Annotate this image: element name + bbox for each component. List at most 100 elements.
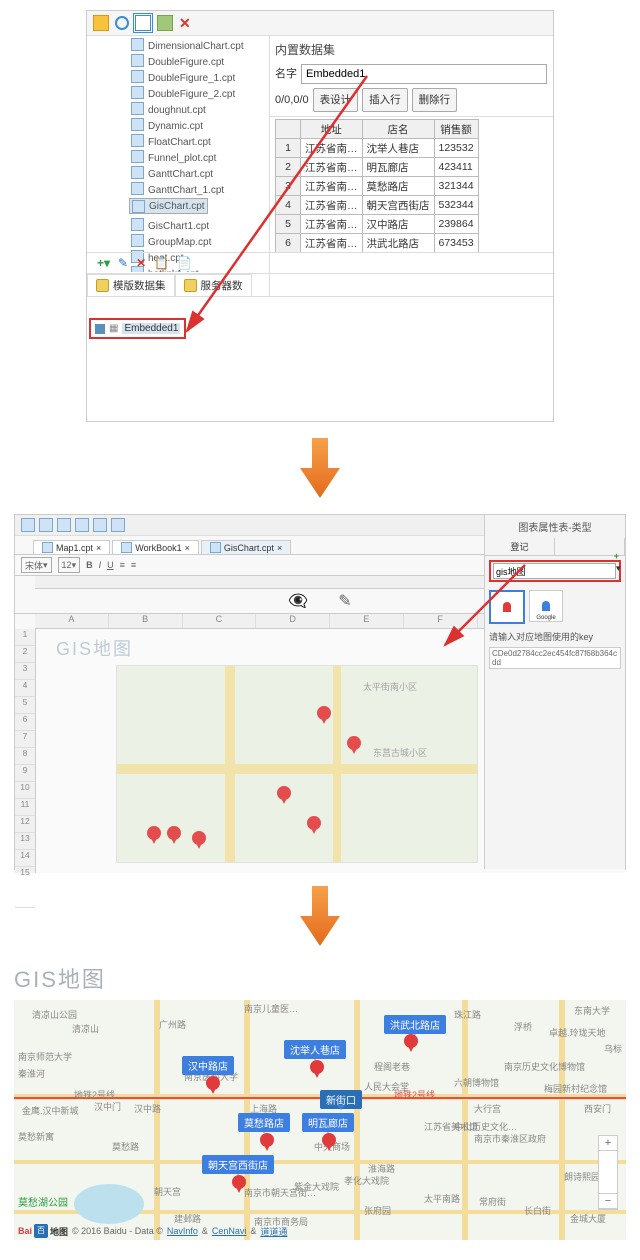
table-row[interactable]: 3江苏省南…莫愁路店321344 [276,177,479,196]
gis-title: GIS地图 [14,962,626,994]
file-item[interactable]: DoubleFigure.cpt [129,54,267,70]
navinfo-link[interactable]: NavInfo [167,1226,198,1236]
close-icon[interactable]: ✕ [179,15,191,32]
file-item[interactable]: Funnel_plot.cpt [129,150,267,166]
close-tab-icon[interactable]: × [277,543,282,553]
file-item[interactable]: GanttChart_1.cpt [129,182,267,198]
file-item[interactable]: Dynamic.cpt [129,118,267,134]
map-pin-icon [260,1133,274,1151]
redo-icon[interactable] [57,518,71,532]
save-icon[interactable] [21,518,35,532]
table-row[interactable]: 4江苏省南…朝天宫西街店532344 [276,196,479,215]
cut-icon[interactable] [75,518,89,532]
copy-icon[interactable]: 📋 [154,256,169,270]
tab-workbook1[interactable]: WorkBook1× [112,540,199,554]
map-pin-icon [310,1060,324,1078]
table-row[interactable]: 5江苏省南…汉中路店239864 [276,215,479,234]
underline-icon[interactable]: U [107,560,114,570]
close-tab-icon[interactable]: × [96,543,101,553]
insert-row-button[interactable]: 插入行 [362,88,408,112]
poi-label[interactable]: 沈举人巷店 [284,1040,346,1059]
db-icon[interactable] [157,15,173,31]
paste-icon[interactable] [111,518,125,532]
dropdown-icon[interactable]: ▾ [616,563,621,579]
tab-gischart[interactable]: GisChart.cpt× [201,540,291,554]
file-item[interactable]: FloatChart.cpt [129,134,267,150]
add-icon[interactable]: +▾ [97,256,110,270]
tab-register[interactable]: 登记 [485,538,555,555]
poi-label[interactable]: 洪武北路店 [384,1015,446,1034]
poi-newjiekou[interactable]: 新街口 [320,1090,362,1109]
new-icon[interactable] [135,15,151,31]
add-chart-icon[interactable]: + [614,551,619,561]
dataset-title: 内置数据集 [275,40,547,60]
daodaotong-link[interactable]: 道道通 [260,1225,287,1238]
key-input[interactable]: CDe0d2784cc2ec454fc87f68b364cdd [489,647,621,669]
file-item[interactable]: DoubleFigure_1.cpt [129,70,267,86]
zoom-control[interactable]: + − [598,1135,618,1210]
poi-label[interactable]: 朝天宫西街店 [202,1155,274,1174]
poi-label[interactable]: 莫愁路店 [238,1113,290,1132]
dataset-icon [95,324,105,334]
open-icon[interactable] [93,15,109,31]
dataset-list-panel: +▾ ✎ ✕ 📋 📄 模版数据集 服务器数 [87,252,553,297]
file-item[interactable]: GroupMap.cpt [129,234,267,250]
delete-row-button[interactable]: 删除行 [412,88,458,112]
file-item[interactable]: DoubleFigure_2.cpt [129,86,267,102]
tab-template-dataset[interactable]: 模版数据集 [87,274,175,296]
name-input[interactable] [301,64,547,84]
map-thumb-baidu[interactable] [489,590,525,624]
paste-icon[interactable]: 📄 [177,256,192,270]
file-item[interactable]: doughnut.cpt [129,102,267,118]
map-thumb-google[interactable]: Google [529,590,563,622]
close-tab-icon[interactable]: × [185,543,190,553]
italic-icon[interactable]: I [99,560,102,570]
map-type-select[interactable]: ▾ [489,560,621,582]
map-pin-icon [347,736,361,754]
file-item[interactable]: GisChart1.cpt [129,218,267,234]
poi-label[interactable]: 明瓦廊店 [302,1113,354,1132]
undo-icon[interactable] [39,518,53,532]
align-center-icon[interactable]: ≡ [131,560,136,570]
file-item[interactable]: DimensionalChart.cpt [129,38,267,54]
copy-icon[interactable] [93,518,107,532]
table-row[interactable]: 2江苏省南…明瓦廊店423411 [276,158,479,177]
table-row[interactable]: 6江苏省南…洪武北路店673453 [276,234,479,253]
table-row[interactable]: 1江苏省南…沈举人巷店123532 [276,139,479,158]
baidu-map[interactable]: 清凉山公园 清凉山 广州路 南京儿童医… 珠江路 浮桥 东南大学 卓越.玲珑天地… [14,1000,626,1240]
align-left-icon[interactable]: ≡ [120,560,125,570]
delete-icon[interactable]: ✕ [136,256,146,270]
font-select[interactable]: 宋体 ▾ [21,557,52,573]
flow-arrow-icon [300,438,340,498]
key-label: 请输入对应地图使用的key [485,628,625,645]
zoom-out-icon[interactable]: − [599,1194,617,1209]
cylinder-icon [96,279,109,292]
map-pin-icon [206,1076,220,1094]
eye-slash-icon[interactable]: 👁️‍🗨️ [288,591,308,611]
zoom-slider[interactable] [599,1151,617,1194]
pencil-icon[interactable]: ✎ [338,591,351,611]
tab-server-dataset[interactable]: 服务器数 [175,274,252,296]
zoom-in-icon[interactable]: + [599,1136,617,1151]
map-pin-icon [167,826,181,844]
data-editor-window: ✕ DimensionalChart.cptDoubleFigure.cptDo… [86,10,554,422]
file-item[interactable]: GisChart.cpt [129,198,208,214]
map-pin-icon [232,1175,246,1193]
embedded-item[interactable]: ▦ Embedded1 [89,318,186,339]
name-label: 名字 [275,64,297,84]
size-select[interactable]: 12 ▾ [58,557,81,573]
tab-map1[interactable]: Map1.cpt× [33,540,110,554]
map-pin-icon [192,831,206,849]
map-pin-icon [317,706,331,724]
map-preview: 太平街南小区 东莒古城小区 [116,665,478,863]
baidu-logo: Bai百地图 [18,1224,68,1238]
toolbar: ✕ [87,11,553,36]
file-item[interactable]: GanttChart.cpt [129,166,267,182]
edit-icon[interactable]: ✎ [118,256,128,270]
cennavi-link[interactable]: CenNavi [212,1226,247,1236]
design-button[interactable]: 表设计 [313,88,359,112]
map-pin-icon [322,1133,336,1151]
refresh-icon[interactable] [115,16,129,30]
bold-icon[interactable]: B [86,560,93,570]
poi-label[interactable]: 汉中路店 [182,1056,234,1075]
